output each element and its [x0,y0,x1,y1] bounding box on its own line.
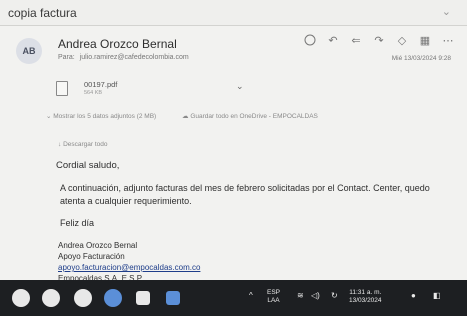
download-all-link[interactable]: ↓ Descargar todo [58,141,108,148]
language-code: ESP [267,289,281,296]
widgets-icon[interactable]: ◧ [433,291,441,300]
attachment-card[interactable]: 00197.pdf 564 KB ⌄ [56,76,256,102]
signature-name: Andrea Orozco Bernal [58,241,138,250]
attachment-name: 00197.pdf [84,80,118,89]
closing: Feliz día [60,218,95,228]
download-icon: ↓ [58,141,62,148]
greeting: Cordial saludo, [56,160,120,171]
taskbar: ^ ESP LAA ≋ ◁) ↻ 11:31 a. m. 13/03/2024 … [0,280,467,316]
email-view: AB Andrea Orozco Bernal Para: julio.rami… [0,26,467,283]
recipient-address[interactable]: julio.ramirez@cafedecolombia.com [80,54,189,61]
language-indicator[interactable]: ESP LAA [267,289,280,305]
email-screenshot: copia factura ⌄ AB Andrea Orozco Bernal … [0,0,467,316]
message-actions: ↶ ⇐ ↷ ◇ ▦ ⋯ [303,34,455,48]
chevron-down-icon[interactable]: ⌄ [442,5,451,18]
download-label: Descargar todo [63,141,108,148]
start-icon[interactable] [12,289,30,307]
pdf-file-icon [56,81,68,96]
subject-bar: copia factura ⌄ [0,0,467,26]
save-to-onedrive-link[interactable]: ☁ Guardar todo en OneDrive - EMPOCALDAS [182,113,330,120]
signature-role: Apoyo Facturación [58,252,125,261]
clock[interactable]: 11:31 a. m. 13/03/2024 [349,289,382,305]
forward-icon[interactable]: ↷ [372,34,386,48]
keyboard-layout: LAA [267,297,280,304]
chevron-up-icon[interactable]: ^ [249,291,253,300]
signature: Andrea Orozco Bernal Apoyo Facturación a… [58,240,200,284]
notification-icon[interactable]: ● [411,291,416,300]
grid-icon[interactable]: ▦ [418,34,432,48]
message-paragraph: A continuación, adjunto facturas del mes… [60,183,430,206]
clock-date: 13/03/2024 [349,297,382,304]
tag-icon[interactable]: ◇ [395,34,409,48]
browser-icon[interactable] [104,289,122,307]
message-date: Mié 13/03/2024 9:28 [391,55,451,62]
email-subject: copia factura [8,6,77,20]
file-explorer-icon[interactable] [136,291,150,305]
signature-email-link[interactable]: apoyo.facturacion@empocaldas.com.co [58,262,200,273]
save-all-label: Guardar todo en OneDrive - EMPOCALDAS [190,113,318,120]
to-label: Para: [58,54,75,61]
system-tray: ^ ESP LAA ≋ ◁) ↻ 11:31 a. m. 13/03/2024 … [249,287,459,309]
more-icon[interactable]: ⋯ [441,34,455,48]
sender-name[interactable]: Andrea Orozco Bernal [58,37,177,51]
reply-all-icon[interactable]: ⇐ [349,34,363,48]
search-icon[interactable] [42,289,60,307]
recipient-line: Para: julio.ramirez@cafedecolombia.com [58,54,189,61]
outlook-icon[interactable] [166,291,180,305]
avatar: AB [16,38,42,64]
show-all-label: Mostrar los 5 datos adjuntos (2 MB) [53,113,157,120]
attachment-size: 564 KB [84,90,103,96]
attachment-actions: ⌄ Mostrar los 5 datos adjuntos (2 MB) ☁ … [46,112,342,120]
clock-time: 11:31 a. m. [349,289,382,296]
chrome-icon[interactable] [74,289,92,307]
sync-icon[interactable]: ↻ [331,291,338,300]
show-all-attachments-link[interactable]: ⌄ Mostrar los 5 datos adjuntos (2 MB) [46,113,168,120]
volume-icon[interactable]: ◁) [311,291,320,300]
wifi-icon[interactable]: ≋ [297,291,304,300]
emoji-icon[interactable] [303,34,317,48]
reply-icon[interactable]: ↶ [326,34,340,48]
chevron-down-icon[interactable]: ⌄ [236,81,244,92]
